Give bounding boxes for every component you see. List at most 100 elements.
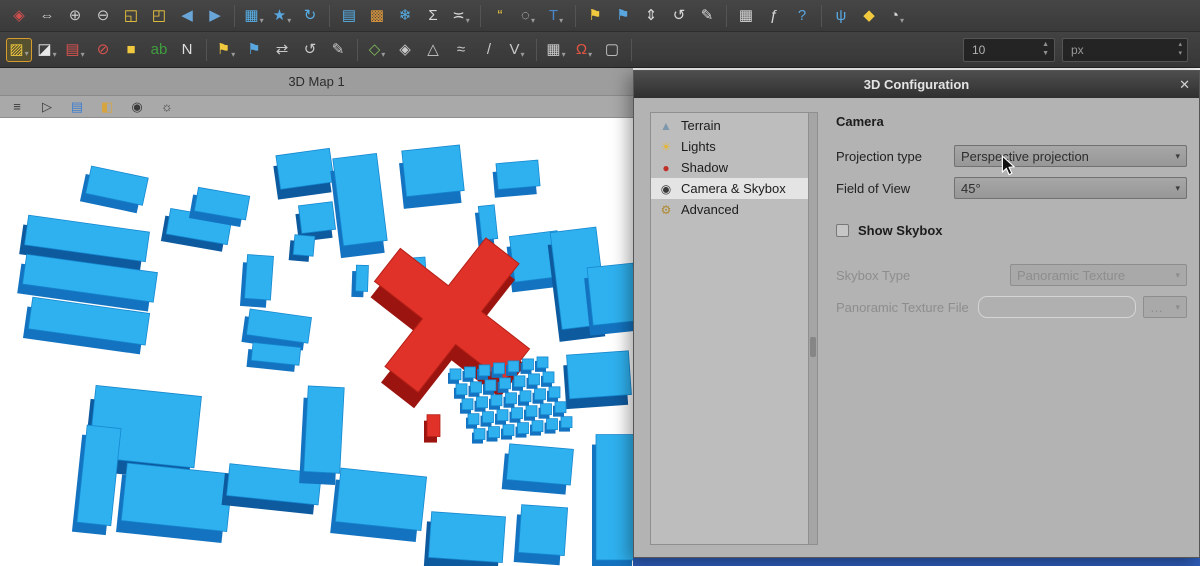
bookmarks-icon[interactable]: ★▾ <box>269 4 295 28</box>
rotate-label-icon[interactable]: ↺ <box>666 4 692 28</box>
map-tips-icon[interactable]: “ <box>487 4 513 28</box>
digitize-icon[interactable]: ◇▾ <box>364 38 390 62</box>
zoom-next-icon[interactable]: ▶ <box>202 4 228 28</box>
settings-page-advanced[interactable]: ⚙Advanced <box>651 199 808 220</box>
processing-toolbox-icon[interactable]: ❄ <box>392 4 418 28</box>
pan-map-icon[interactable]: ⇔ <box>34 4 60 28</box>
projection-type-value: Perspective projection <box>961 149 1171 164</box>
chevron-down-icon: ▾ <box>1175 183 1180 194</box>
map-panel-titlebar[interactable]: 3D Map 1 <box>0 68 633 96</box>
map-3d-canvas[interactable] <box>0 118 633 566</box>
help-icon-glyph: ? <box>798 8 806 23</box>
touch-icon-glyph: ◈ <box>13 8 25 23</box>
python-console-icon[interactable]: ψ <box>828 4 854 28</box>
raster-calculator-icon[interactable]: ▩ <box>364 4 390 28</box>
move-label-icon[interactable]: ⇕ <box>638 4 664 28</box>
set-view-theme-icon[interactable]: ◉ <box>128 98 146 116</box>
script-icon-glyph: ƒ <box>770 8 778 23</box>
zoom-last-icon[interactable]: ◀ <box>174 4 200 28</box>
no-edits-icon[interactable]: ⊘ <box>90 38 116 62</box>
north-arrow-icon[interactable]: N <box>174 38 200 62</box>
settings-page-lights[interactable]: ☀Lights <box>651 136 808 157</box>
export-scene-icon[interactable]: ◧ <box>98 98 116 116</box>
zoom-next-icon-glyph: ▶ <box>209 8 221 23</box>
spin-down-icon[interactable]: ▼ <box>1042 50 1049 58</box>
red-layers-icon[interactable]: ▤▾ <box>62 38 88 62</box>
dialog-title: 3D Configuration <box>864 77 969 92</box>
spin-up-icon[interactable]: ▲ <box>1042 41 1049 49</box>
show-skybox-checkbox[interactable] <box>836 224 849 237</box>
plugin-bug-icon[interactable]: ◆ <box>856 4 882 28</box>
tracing-icon[interactable]: ▢ <box>599 38 625 62</box>
plugin-bug-icon-glyph: ◆ <box>863 8 875 23</box>
save-image-icon[interactable]: ▤ <box>68 98 86 116</box>
select-edit-icon-glyph: ▨ <box>9 42 23 57</box>
change-label-icon[interactable]: ✎ <box>694 4 720 28</box>
text-annotation-icon[interactable]: T▾ <box>543 4 569 28</box>
configure-icon[interactable]: ☼ <box>158 98 176 116</box>
zoom-out-icon[interactable]: ⊖ <box>90 4 116 28</box>
dropdown-arrow-icon: ▾ <box>588 50 592 62</box>
skybox-type-combobox[interactable]: Panoramic Texture ▾ <box>1010 264 1187 286</box>
projection-type-combobox[interactable]: Perspective projection ▾ <box>954 145 1187 167</box>
settings-page-terrain[interactable]: ▲Terrain <box>651 115 808 136</box>
map-views-icon[interactable]: ▦▾ <box>241 4 267 28</box>
vector-beta-icon[interactable]: V▾ <box>504 38 530 62</box>
panoramic-texture-file-input[interactable] <box>978 296 1136 318</box>
dialog-titlebar[interactable]: 3D Configuration ✕ <box>634 71 1199 98</box>
spinbox-arrows[interactable]: ▲ ▼ <box>1042 41 1054 57</box>
close-icon[interactable]: ✕ <box>1179 71 1190 98</box>
measure-icon[interactable]: ≍▾ <box>448 4 474 28</box>
style-fill-icon[interactable]: ◪▾ <box>34 38 60 62</box>
toolbar-separator <box>234 5 235 27</box>
rotate-label-tool-icon[interactable]: ↺ <box>297 38 323 62</box>
curve-icon[interactable]: ≈ <box>448 38 474 62</box>
vertex-tool-icon[interactable]: △ <box>420 38 446 62</box>
page-list-scrollbar[interactable] <box>808 112 818 545</box>
flag-label-icon[interactable]: ⚑▾ <box>213 38 239 62</box>
attribute-table-icon[interactable]: ▤ <box>336 4 362 28</box>
help-icon[interactable]: ? <box>789 4 815 28</box>
split-features-icon[interactable]: / <box>476 38 502 62</box>
scrollbar-handle[interactable] <box>810 337 816 357</box>
settings-page-shadow[interactable]: ●Shadow <box>651 157 808 178</box>
rotate-label-tool-icon-glyph: ↺ <box>304 42 317 57</box>
add-ring-icon[interactable]: ◈ <box>392 38 418 62</box>
change-label-tool-icon[interactable]: ✎ <box>325 38 351 62</box>
touch-icon[interactable]: ◈ <box>6 4 32 28</box>
zoom-selection-icon-glyph: ◰ <box>152 8 166 23</box>
toolbar-separator <box>480 5 481 27</box>
chevron-down-icon: ▾ <box>1175 302 1180 313</box>
flag-blue-icon[interactable]: ⚑ <box>241 38 267 62</box>
zoom-selection-icon[interactable]: ◰ <box>146 4 172 28</box>
zoom-in-icon[interactable]: ⊕ <box>62 4 88 28</box>
refresh-icon[interactable]: ↻ <box>297 4 323 28</box>
snapping-magnet-icon[interactable]: Ω▾ <box>571 38 597 62</box>
dropdown-arrow-icon: ▾ <box>900 16 904 28</box>
size-spinbox[interactable]: 10 ▲ ▼ <box>963 38 1055 62</box>
map-3d-toolbar: ≡ ▷ ▤ ◧ ◉ ☼ <box>0 96 633 118</box>
georeferencer-icon[interactable]: ▦ <box>733 4 759 28</box>
grid-tool-icon[interactable]: ▦▾ <box>543 38 569 62</box>
compass-draw-icon[interactable]: ◔▾ <box>884 4 910 28</box>
yellow-block-icon[interactable]: ■ <box>118 38 144 62</box>
annotation-icon[interactable]: ◌▾ <box>515 4 541 28</box>
settings-page-camera-skybox[interactable]: ◉Camera & Skybox <box>651 178 808 199</box>
field-of-view-combobox[interactable]: 45° ▾ <box>954 177 1187 199</box>
statistics-icon[interactable]: Σ <box>420 4 446 28</box>
size-spinbox-value[interactable]: 10 <box>964 43 1042 57</box>
unit-combobox[interactable]: px ▴ ▾ <box>1062 38 1188 62</box>
move-label-tool-icon[interactable]: ⇄ <box>269 38 295 62</box>
pin-labels-icon[interactable]: ⚑ <box>582 4 608 28</box>
terrain-icon: ▲ <box>658 120 674 132</box>
camera-control-icon[interactable]: ≡ <box>8 98 26 116</box>
highlight-labels-icon[interactable]: ⚑ <box>610 4 636 28</box>
play-animation-icon[interactable]: ▷ <box>38 98 56 116</box>
abc-label-icon[interactable]: ab <box>146 38 172 62</box>
browse-file-button[interactable]: … ▾ <box>1143 296 1187 318</box>
red-layers-icon-glyph: ▤ <box>65 42 79 57</box>
script-icon[interactable]: ƒ <box>761 4 787 28</box>
zoom-full-icon[interactable]: ◱ <box>118 4 144 28</box>
processing-toolbox-icon-glyph: ❄ <box>399 8 412 23</box>
select-edit-icon[interactable]: ▨▾ <box>6 38 32 62</box>
